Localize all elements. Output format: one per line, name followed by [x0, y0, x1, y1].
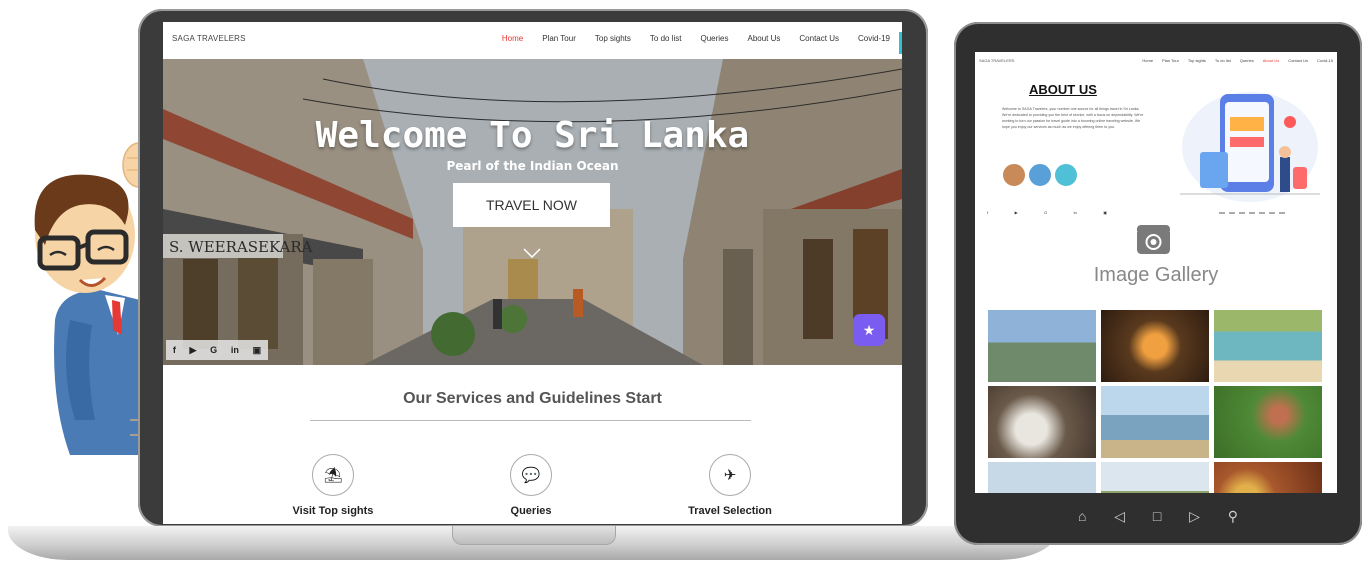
tablet-nav-top-sights[interactable]: Top sights [1188, 58, 1206, 63]
nav-covid-19[interactable]: Covid-19 [858, 34, 890, 43]
google-icon[interactable]: G [1044, 210, 1047, 215]
camera-icon [1137, 225, 1170, 254]
tablet-nav-covid-19[interactable]: Covid-19 [1317, 58, 1333, 63]
nav-home[interactable]: Home [502, 34, 523, 43]
services-title: Our Services and Guidelines Start [403, 390, 662, 407]
hero-title: Welcome To Sri Lanka [315, 115, 750, 156]
social-bar: f ▶ G in ▣ [166, 340, 268, 360]
tablet-nav-home[interactable]: Home [1142, 58, 1153, 63]
travel-app-illustration [1180, 92, 1320, 202]
tablet-nav-contact-us[interactable]: Contact Us [1288, 58, 1308, 63]
nav-queries[interactable]: Queries [700, 34, 728, 43]
back-icon[interactable]: ◁ [1114, 508, 1125, 525]
tablet-brand-logo[interactable]: SAGA TRAVELERS [979, 58, 1014, 63]
chat-icon: 💬 [510, 454, 552, 496]
tablet-nav-about-us[interactable]: About Us [1263, 58, 1279, 63]
gallery-rock-fortress[interactable] [988, 310, 1096, 382]
google-icon[interactable]: G [210, 345, 217, 355]
gallery-fire-dance[interactable] [1101, 310, 1209, 382]
gallery-food[interactable] [1214, 462, 1322, 493]
star-fab-button[interactable]: ★ [853, 314, 885, 346]
hero-section: S. WEERASEKARA Welcome To Sri Lanka Pea [163, 59, 902, 365]
laptop-screen: SAGA TRAVELERS Home Plan Tour Top sights… [163, 22, 902, 524]
avatar[interactable] [1054, 163, 1078, 187]
service-label: Queries [510, 505, 552, 517]
scrollbar-accent [899, 32, 902, 54]
about-us-text: Welcome to SAGA Travelers, your number o… [1002, 107, 1144, 129]
service-label: Travel Selection [688, 505, 772, 517]
services-divider [310, 420, 751, 421]
gallery-tea-cup[interactable] [988, 386, 1096, 458]
youtube-icon[interactable]: ▣ [1103, 210, 1107, 215]
gallery-hills[interactable] [988, 462, 1096, 493]
chevron-down-icon[interactable] [523, 248, 541, 258]
twitter-icon[interactable]: ▶ [190, 345, 197, 356]
tablet-social-bar: f ▶ G in ▣ [987, 210, 1107, 215]
gallery-palm-trees[interactable] [1101, 462, 1209, 493]
facebook-icon[interactable]: f [173, 345, 176, 355]
team-avatars [1002, 163, 1078, 187]
service-travel-selection[interactable]: ✈ Travel Selection [650, 454, 810, 517]
brand-logo[interactable]: SAGA TRAVELERS [172, 34, 246, 43]
service-visit-top-sights[interactable]: ⛱ Visit Top sights [253, 454, 413, 517]
nav-about-us[interactable]: About Us [748, 34, 781, 43]
linkedin-icon[interactable]: in [231, 345, 239, 355]
home-icon[interactable]: ⌂ [1078, 508, 1086, 525]
laptop-notch [452, 526, 616, 545]
tablet-nav-links: Home Plan Tour Top sights To do list Que… [1133, 58, 1333, 63]
service-queries[interactable]: 💬 Queries [451, 454, 611, 517]
travel-now-button[interactable]: TRAVEL NOW [453, 183, 610, 227]
gallery-resort-pool[interactable] [1101, 386, 1209, 458]
tablet-nav-buttons: ⌂ ◁ □ ▷ ⚲ [1078, 508, 1238, 525]
beach-umbrella-icon: ⛱ [312, 454, 354, 496]
facebook-icon[interactable]: f [987, 210, 988, 215]
tablet-nav-plan-tour[interactable]: Plan Tour [1162, 58, 1179, 63]
image-gallery-grid [988, 310, 1324, 493]
nav-top-sights[interactable]: Top sights [595, 34, 631, 43]
twitter-icon[interactable]: ▶ [1015, 210, 1018, 215]
tablet-nav-to-do-list[interactable]: To do list [1215, 58, 1231, 63]
nav-links: Home Plan Tour Top sights To do list Que… [483, 34, 890, 43]
search-icon[interactable]: ⚲ [1228, 508, 1238, 525]
square-icon[interactable]: □ [1153, 508, 1161, 525]
image-gallery-title: Image Gallery [1093, 264, 1219, 286]
linkedin-icon[interactable]: in [1074, 210, 1077, 215]
youtube-icon[interactable]: ▣ [253, 345, 262, 356]
decorative-dots [1219, 212, 1289, 214]
tablet-screen: SAGA TRAVELERS Home Plan Tour Top sights… [975, 52, 1337, 493]
navbar: SAGA TRAVELERS Home Plan Tour Top sights… [163, 22, 902, 59]
service-label: Visit Top sights [292, 505, 374, 517]
forward-icon[interactable]: ▷ [1189, 508, 1200, 525]
about-us-title: ABOUT US [1029, 82, 1097, 97]
hiker-icon: ✈ [709, 454, 751, 496]
nav-plan-tour[interactable]: Plan Tour [542, 34, 576, 43]
gallery-beach[interactable] [1214, 310, 1322, 382]
nav-to-do-list[interactable]: To do list [650, 34, 682, 43]
tablet-nav-queries[interactable]: Queries [1240, 58, 1254, 63]
hero-subtitle: Pearl of the Indian Ocean [446, 159, 619, 173]
avatar[interactable] [1002, 163, 1026, 187]
avatar[interactable] [1028, 163, 1052, 187]
nav-contact-us[interactable]: Contact Us [799, 34, 839, 43]
gallery-tea-plantation[interactable] [1214, 386, 1322, 458]
